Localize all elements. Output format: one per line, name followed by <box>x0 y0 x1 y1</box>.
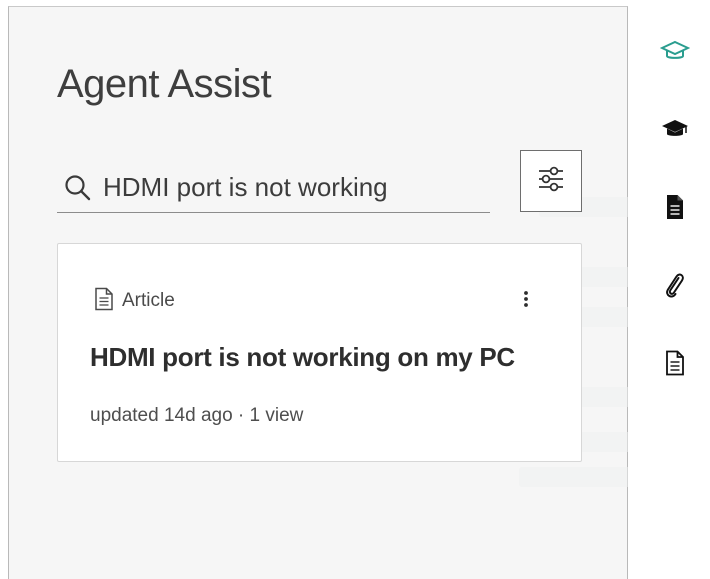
paperclip-icon <box>663 270 687 305</box>
rail-item-learning-outline[interactable] <box>658 36 692 70</box>
more-vertical-icon <box>523 290 529 313</box>
document-outline-icon <box>665 350 685 381</box>
result-title[interactable]: HDMI port is not working on my PC <box>90 342 515 373</box>
rail-item-attachments[interactable] <box>658 270 692 304</box>
result-type: Article <box>94 287 175 316</box>
result-card[interactable]: Article HDMI port is not working on my P… <box>57 243 582 462</box>
search-bar <box>57 159 490 213</box>
search-icon <box>63 173 93 203</box>
rail-item-documents[interactable] <box>658 192 692 226</box>
page-title: Agent Assist <box>57 62 272 106</box>
agent-assist-panel: Agent Assist HDMI port is not working Ar… <box>8 6 699 579</box>
graduation-cap-outline-icon <box>659 39 691 68</box>
graduation-cap-icon <box>660 117 690 146</box>
more-options-button[interactable] <box>514 288 538 314</box>
result-meta: updated 14d ago · 1 view <box>90 405 304 426</box>
rail-item-notes[interactable] <box>658 348 692 382</box>
document-filled-icon <box>665 194 685 225</box>
search-input[interactable] <box>103 167 483 207</box>
document-icon <box>94 287 114 316</box>
sliders-icon <box>537 166 565 197</box>
app-frame: Agent Assist HDMI port is not working Ar… <box>0 0 710 579</box>
right-rail <box>628 0 710 579</box>
rail-item-learning[interactable] <box>658 114 692 148</box>
result-type-label: Article <box>122 290 175 311</box>
filter-button[interactable] <box>520 150 582 212</box>
